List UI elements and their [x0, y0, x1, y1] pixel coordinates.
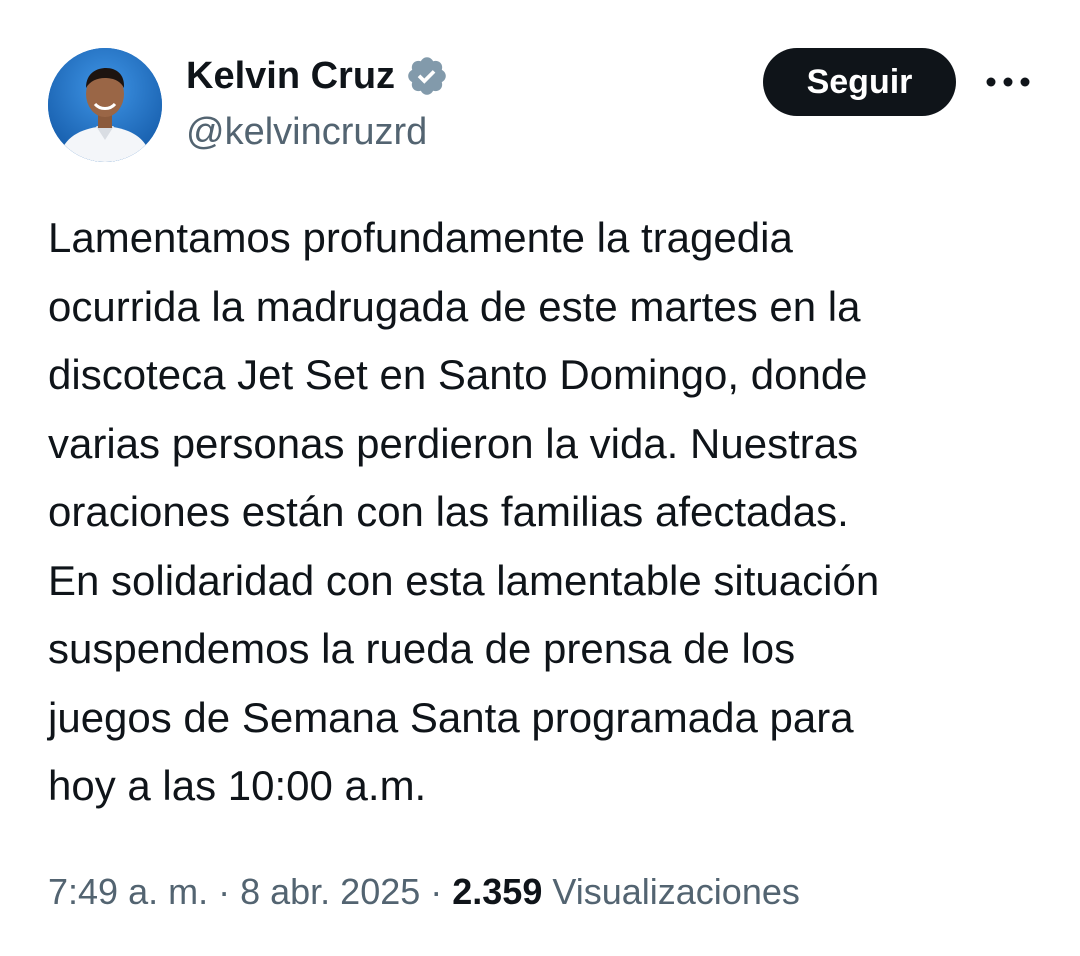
meta-separator: ·	[420, 871, 453, 912]
follow-button[interactable]: Seguir	[763, 48, 956, 116]
views-label: Visualizaciones	[552, 871, 800, 912]
author-name-row[interactable]: Kelvin Cruz	[186, 52, 449, 100]
views-count: 2.359	[452, 871, 543, 912]
verified-badge-icon[interactable]	[405, 54, 449, 98]
post-text-line: ocurrida la madrugada de este martes en …	[48, 282, 861, 330]
post-text-line: juegos de Semana Santa programada para	[48, 693, 854, 741]
post-time[interactable]: 7:49 a. m.	[48, 871, 208, 912]
post-text-line: oraciones están con las familias afectad…	[48, 488, 849, 535]
more-horizontal-icon	[986, 77, 1030, 87]
meta-separator: ·	[208, 871, 241, 912]
profile-photo	[48, 48, 162, 162]
author-handle[interactable]: @kelvincruzrd	[186, 108, 427, 156]
post-text-line: En solidaridad con esta lamentable situa…	[48, 556, 880, 604]
post-text-line: Lamentamos profundamente la tragedia	[48, 214, 793, 261]
post-text-line: hoy a las 10:00 a.m.	[48, 762, 427, 809]
author-name[interactable]: Kelvin Cruz	[186, 52, 395, 100]
post-date[interactable]: 8 abr. 2025	[240, 871, 420, 912]
post-text-line: suspendemos la rueda de prensa de los	[48, 625, 796, 672]
post-text-line: varias personas perdieron la vida. Nuest…	[48, 419, 859, 467]
post-meta: 7:49 a. m. · 8 abr. 2025 · 2.359 Visuali…	[48, 866, 800, 918]
avatar[interactable]	[48, 48, 162, 162]
more-options-button[interactable]	[982, 60, 1034, 104]
post-text: Lamentamos profundamente la tragedia ocu…	[48, 204, 1048, 821]
post-text-line: discoteca Jet Set en Santo Domingo, dond…	[48, 351, 868, 398]
